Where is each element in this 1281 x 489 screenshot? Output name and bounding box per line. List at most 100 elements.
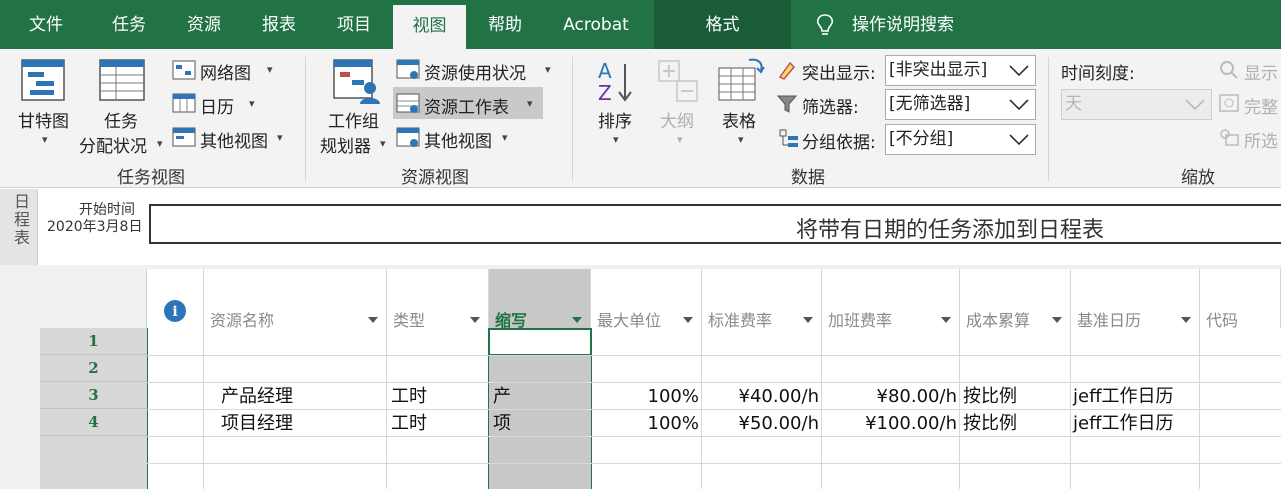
select-all-corner[interactable] (40, 269, 147, 332)
std-rate-cell[interactable]: ¥40.00/h (702, 383, 819, 410)
tab-help[interactable]: 帮助 (470, 0, 540, 49)
team-planner-dropdown-arrow: ▾ (380, 137, 386, 150)
timescale-dropdown[interactable]: 天 (1061, 89, 1212, 120)
active-cell[interactable] (488, 328, 592, 356)
column-header-name[interactable]: 资源名称 (204, 269, 387, 332)
task-usage-button[interactable]: 任务 (104, 107, 138, 132)
column-header-std-rate[interactable]: 标准费率 (702, 269, 822, 332)
column-header-type[interactable]: 类型 (387, 269, 489, 332)
column-dropdown-arrow[interactable] (1052, 317, 1062, 323)
task-usage-button-line2[interactable]: 分配状况 (79, 132, 147, 157)
column-divider (203, 328, 204, 489)
tab-acrobat[interactable]: Acrobat (544, 0, 648, 49)
group-by-icon (779, 129, 798, 147)
selected-tasks-button[interactable]: 所选 (1244, 127, 1278, 152)
resource-usage-button[interactable]: 资源使用状况 (424, 59, 526, 84)
resource-sheet-button[interactable]: 资源工作表 (424, 93, 509, 118)
resource-usage-icon (396, 59, 420, 79)
gantt-dropdown-arrow[interactable]: ▾ (42, 133, 48, 146)
team-planner-button-line2[interactable]: 规划器 (320, 132, 371, 157)
chevron-down-icon (1185, 99, 1205, 111)
tab-format[interactable]: 格式 (654, 0, 791, 49)
resource-name-cell[interactable]: 项目经理 (221, 410, 293, 437)
column-dropdown-arrow[interactable] (1181, 317, 1191, 323)
gantt-chart-button[interactable]: 甘特图 (18, 107, 69, 132)
base-calendar-cell[interactable]: jeff工作日历 (1073, 383, 1173, 410)
sort-icon: A Z (598, 59, 632, 104)
tab-view[interactable]: 视图 (393, 5, 466, 49)
zoom-search-icon (1220, 61, 1238, 79)
timescale-label: 时间刻度: (1061, 64, 1135, 84)
base-calendar-cell[interactable]: jeff工作日历 (1073, 410, 1173, 437)
max-units-cell[interactable]: 100% (592, 383, 699, 410)
task-other-views-arrow: ▾ (277, 131, 283, 144)
ovt-rate-cell[interactable]: ¥100.00/h (822, 410, 957, 437)
max-units-cell[interactable]: 100% (592, 410, 699, 437)
column-dropdown-arrow[interactable] (572, 317, 582, 323)
lightbulb-icon (816, 14, 834, 35)
column-header-initials[interactable]: 缩写 (489, 269, 591, 332)
selected-col-border-left (488, 356, 489, 489)
row-header[interactable]: 4 (40, 409, 147, 436)
row-divider (147, 463, 1281, 464)
timeline-side-label: 日程表 (11, 193, 30, 247)
resource-other-views-button[interactable]: 其他视图 (424, 127, 492, 152)
filter-icon (776, 95, 798, 113)
accrue-cell[interactable]: 按比例 (963, 410, 1017, 437)
chevron-down-icon (1009, 134, 1029, 146)
team-planner-button[interactable]: 工作组 (328, 107, 379, 132)
outline-icon (658, 60, 698, 102)
tables-button[interactable]: 表格 (722, 107, 756, 132)
type-cell[interactable]: 工时 (391, 383, 427, 410)
initials-cell[interactable]: 项 (493, 410, 511, 437)
task-other-views-button[interactable]: 其他视图 (200, 127, 268, 152)
outline-button[interactable]: 大纲 (660, 107, 694, 132)
highlight-value: [非突出显示] (889, 60, 988, 80)
sort-button[interactable]: 排序 (598, 107, 632, 132)
network-diagram-button[interactable]: 网络图 (200, 59, 251, 84)
column-dropdown-arrow[interactable] (683, 317, 693, 323)
accrue-cell[interactable]: 按比例 (963, 383, 1017, 410)
column-dropdown-arrow[interactable] (470, 317, 480, 323)
tab-project[interactable]: 项目 (316, 0, 392, 49)
group-by-label: 分组依据: (802, 133, 876, 153)
column-header-ovt-rate[interactable]: 加班费率 (822, 269, 960, 332)
group-separator (305, 57, 306, 181)
tab-report[interactable]: 报表 (242, 0, 316, 49)
timeline-bar[interactable]: 将带有日期的任务添加到日程表 (149, 204, 1281, 244)
column-dropdown-arrow[interactable] (803, 317, 813, 323)
column-dropdown-arrow[interactable] (941, 317, 951, 323)
row-header[interactable]: 1 (40, 328, 147, 355)
tell-me-search[interactable]: 操作说明搜索 (852, 0, 967, 49)
zoom-show-button[interactable]: 显示 (1244, 59, 1278, 84)
tab-resource[interactable]: 资源 (166, 0, 242, 49)
column-header-code[interactable]: 代码 (1200, 269, 1281, 332)
sheet-left-gutter (0, 265, 40, 489)
resource-views-group-label: 资源视图 (401, 168, 469, 188)
entire-project-button[interactable]: 完整 (1244, 93, 1278, 118)
task-usage-dropdown-arrow: ▾ (157, 137, 163, 150)
column-header-max-units[interactable]: 最大单位 (591, 269, 702, 332)
initials-cell[interactable]: 产 (493, 383, 511, 410)
timeline-side-tab: 日程表 (0, 189, 38, 265)
column-header-base-calendar[interactable]: 基准日历 (1071, 269, 1200, 332)
filter-dropdown[interactable]: [无筛选器] (885, 89, 1036, 120)
highlight-dropdown[interactable]: [非突出显示] (885, 55, 1036, 86)
timeline-pane: 日程表 开始时间 2020年3月8日 将带有日期的任务添加到日程表 (0, 189, 1281, 265)
timeline-placeholder-text: 将带有日期的任务添加到日程表 (796, 218, 1105, 243)
ribbon-tab-bar: 文件 任务 资源 报表 项目 视图 帮助 Acrobat 格式 操作说明搜索 (0, 0, 1281, 49)
tab-file[interactable]: 文件 (0, 0, 92, 49)
highlight-icon (778, 61, 796, 80)
column-header-accrue[interactable]: 成本累算 (960, 269, 1071, 332)
column-dropdown-arrow[interactable] (368, 317, 378, 323)
row-header[interactable]: 2 (40, 355, 147, 382)
calendar-button[interactable]: 日历 (200, 93, 234, 118)
type-cell[interactable]: 工时 (391, 410, 427, 437)
ovt-rate-cell[interactable]: ¥80.00/h (822, 383, 957, 410)
resource-name-cell[interactable]: 产品经理 (221, 383, 293, 410)
std-rate-cell[interactable]: ¥50.00/h (702, 410, 819, 437)
row-header[interactable]: 3 (40, 382, 147, 409)
group-by-dropdown[interactable]: [不分组] (885, 124, 1036, 155)
indicators-column-header[interactable]: i (147, 269, 204, 332)
tab-task[interactable]: 任务 (92, 0, 166, 49)
